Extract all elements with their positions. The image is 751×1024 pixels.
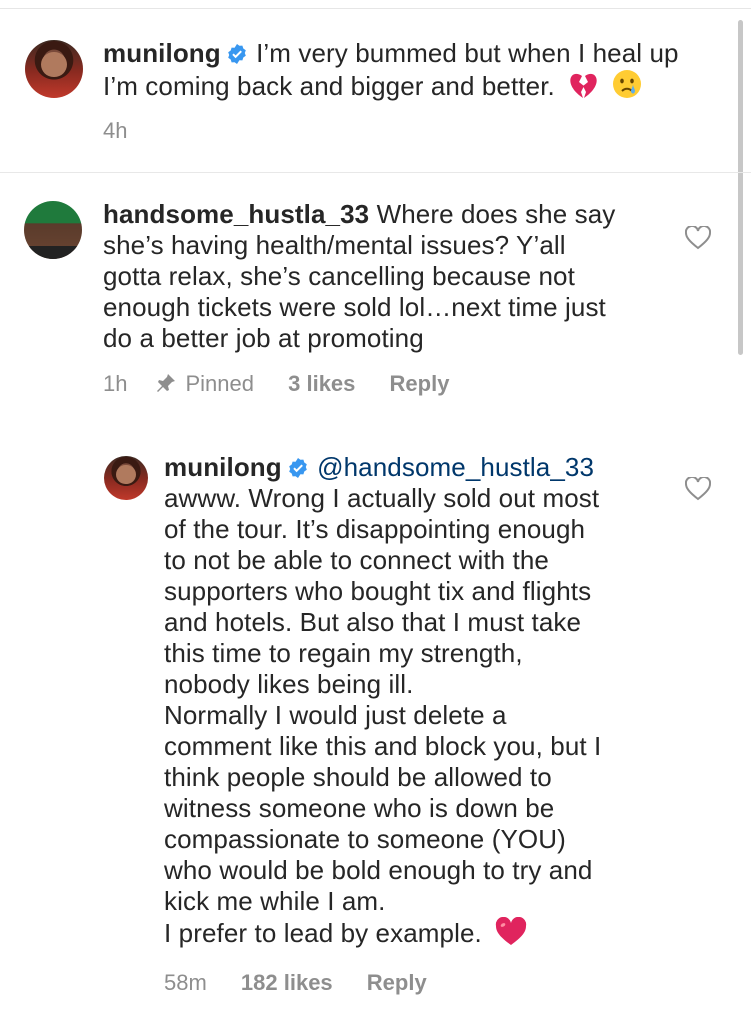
reply-username[interactable]: munilong bbox=[164, 452, 282, 482]
reply-text-line: awww. Wrong I actually sold out most bbox=[164, 483, 600, 513]
comment-meta: 1h Pinned 3 likes Reply bbox=[103, 371, 477, 397]
comment-text-line: she’s having health/mental issues? Y’all bbox=[103, 230, 566, 260]
reply-text-line: comment like this and block you, but I bbox=[164, 731, 602, 761]
red-heart-emoji bbox=[496, 917, 527, 945]
comment-timestamp: 1h bbox=[103, 371, 128, 396]
verified-badge-icon bbox=[288, 458, 307, 478]
reply-text-line: I prefer to lead by example. bbox=[164, 918, 482, 948]
reply-text-line: to not be able to connect with the bbox=[164, 545, 549, 575]
reply-meta: 58m 182 likes Reply bbox=[164, 970, 455, 996]
comment-username[interactable]: handsome_hustla_33 bbox=[103, 199, 369, 229]
mention-link[interactable]: @handsome_hustla_33 bbox=[317, 452, 594, 482]
section-divider bbox=[0, 172, 751, 173]
broken-heart-emoji bbox=[570, 73, 597, 98]
likes-count[interactable]: 3 likes bbox=[288, 371, 355, 396]
reply-text-line: who would be bold enough to try and bbox=[164, 855, 593, 885]
reply-text-line: this time to regain my strength, bbox=[164, 638, 523, 668]
reply-text-line: think people should be allowed to bbox=[164, 762, 552, 792]
reply-text-line: Normally I would just delete a bbox=[164, 700, 507, 730]
reply-button[interactable]: Reply bbox=[390, 371, 450, 396]
reply-text-line: and hotels. But also that I must take bbox=[164, 607, 582, 637]
like-heart-icon[interactable] bbox=[685, 477, 711, 501]
comment-meta: 4h bbox=[103, 118, 155, 144]
avatar[interactable] bbox=[25, 40, 83, 98]
comment-text-line: do a better job at promoting bbox=[103, 323, 424, 353]
avatar[interactable] bbox=[104, 456, 148, 500]
avatar[interactable] bbox=[24, 201, 82, 259]
like-heart-icon[interactable] bbox=[685, 226, 711, 250]
comment-body: munilong I’m very bummed but when I heal… bbox=[103, 38, 679, 102]
comment-text-line: enough tickets were sold lol…next time j… bbox=[103, 292, 606, 322]
pin-icon bbox=[157, 374, 176, 392]
likes-count[interactable]: 182 likes bbox=[241, 970, 333, 995]
comment-timestamp: 4h bbox=[103, 118, 128, 143]
reply-text-line: kick me while I am. bbox=[164, 886, 386, 916]
reply-text-line: witness someone who is down be bbox=[164, 793, 555, 823]
reply-button[interactable]: Reply bbox=[367, 970, 427, 995]
reply-text-line: of the tour. It’s disappointing enough bbox=[164, 514, 586, 544]
reply-text-line: nobody likes being ill. bbox=[164, 669, 414, 699]
comment-username[interactable]: munilong bbox=[103, 38, 221, 68]
verified-badge-icon bbox=[227, 44, 246, 64]
reply-text-line: supporters who bought tix and flights bbox=[164, 576, 592, 606]
top-divider bbox=[0, 8, 751, 9]
reply-text-line: compassionate to someone (YOU) bbox=[164, 824, 566, 854]
reply-timestamp: 58m bbox=[164, 970, 207, 995]
crying-face-emoji bbox=[612, 70, 641, 98]
comment-text-line: gotta relax, she’s cancelling because no… bbox=[103, 261, 575, 291]
comment-text-line: Where does she say bbox=[376, 199, 616, 229]
pinned-label: Pinned bbox=[185, 371, 254, 396]
comment-text-line: I’m coming back and bigger and better. bbox=[103, 71, 555, 101]
comment-text-line: I’m very bummed but when I heal up bbox=[256, 38, 679, 68]
reply-body: munilong @handsome_hustla_33 awww. Wrong… bbox=[164, 452, 601, 949]
scrollbar[interactable] bbox=[738, 20, 743, 355]
comment-body: handsome_hustla_33 Where does she say sh… bbox=[103, 199, 615, 354]
